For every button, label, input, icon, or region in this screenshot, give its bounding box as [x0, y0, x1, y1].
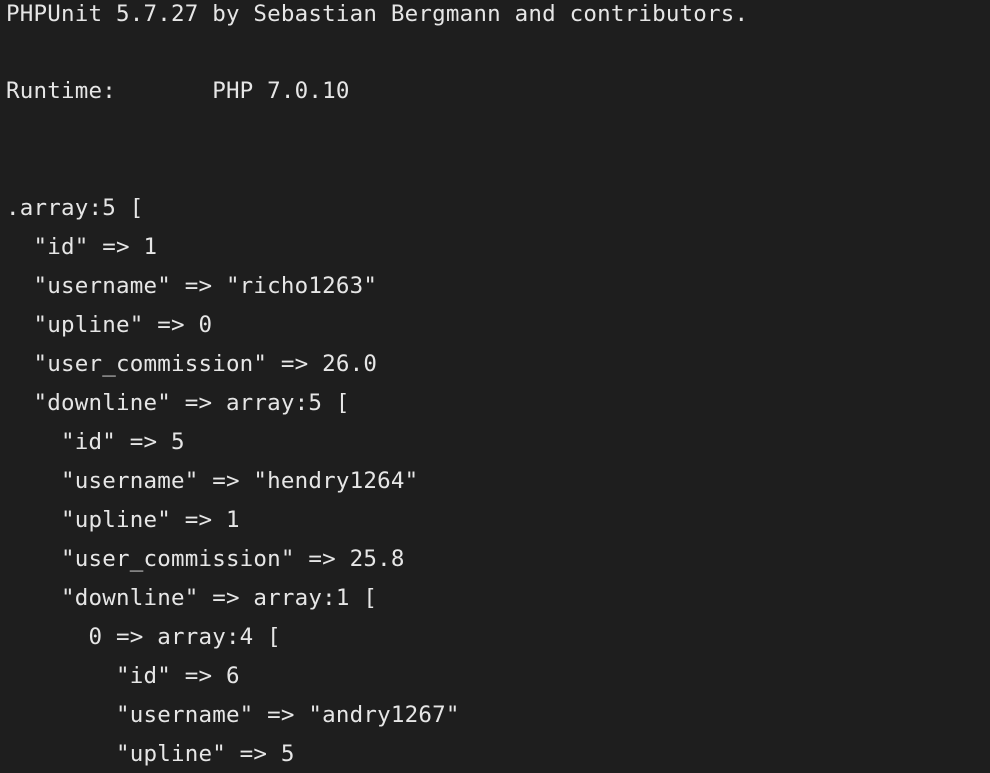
phpunit-version-line: PHPUnit 5.7.27 by Sebastian Bergmann and… — [6, 1, 749, 27]
dump-line: "username" => "richo1263" — [6, 273, 378, 299]
runtime-line: Runtime: PHP 7.0.10 — [6, 78, 350, 104]
dump-line: "upline" => 5 — [6, 741, 295, 767]
terminal-output: PHPUnit 5.7.27 by Sebastian Bergmann and… — [0, 0, 990, 773]
dump-line: "id" => 6 — [6, 663, 240, 689]
dump-line: "user_commission" => 25.8 — [6, 546, 405, 572]
dump-line: "id" => 1 — [6, 234, 158, 260]
dump-line: "downline" => array:1 [ — [6, 585, 378, 611]
dump-line: "upline" => 1 — [6, 507, 240, 533]
dump-line: "upline" => 0 — [6, 312, 213, 338]
dump-line: "id" => 5 — [6, 429, 185, 455]
dump-line: "downline" => array:5 [ — [6, 390, 350, 416]
dump-line: "username" => "hendry1264" — [6, 468, 419, 494]
dump-line: .array:5 [ — [6, 195, 144, 221]
dump-line: "username" => "andry1267" — [6, 702, 460, 728]
dump-line: 0 => array:4 [ — [6, 624, 281, 650]
dump-line: "user_commission" => 26.0 — [6, 351, 378, 377]
